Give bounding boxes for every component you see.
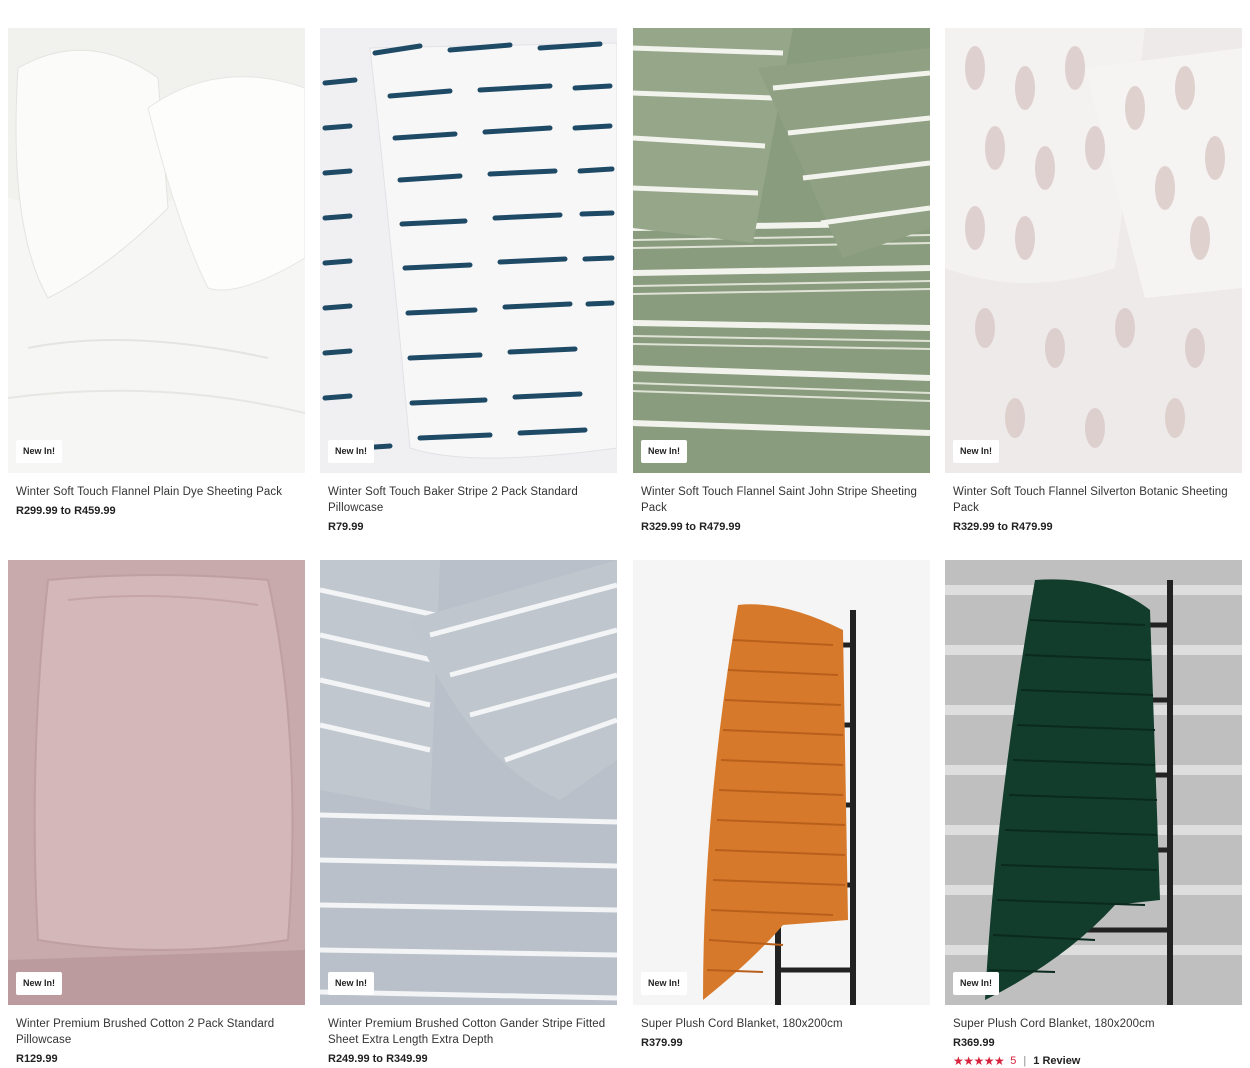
new-in-badge: New In! (328, 972, 375, 995)
product-title[interactable]: Winter Soft Touch Flannel Saint John Str… (641, 484, 922, 516)
product-title[interactable]: Winter Soft Touch Flannel Plain Dye Shee… (16, 484, 297, 500)
product-card[interactable]: New In! Super Plush Cord Blanket, 180x20… (945, 560, 1242, 1068)
new-in-badge: New In! (953, 972, 1000, 995)
product-card[interactable]: New In! Winter Soft Touch Flannel Saint … (633, 28, 930, 534)
product-image[interactable]: New In! (8, 28, 305, 473)
new-in-badge: New In! (16, 972, 63, 995)
product-grid: New In! Winter Soft Touch Flannel Plain … (0, 0, 1250, 1068)
product-title[interactable]: Super Plush Cord Blanket, 180x200cm (641, 1016, 922, 1032)
new-in-badge: New In! (328, 440, 375, 463)
product-image[interactable]: New In! (945, 28, 1242, 473)
product-card[interactable]: New In! Winter Soft Touch Flannel Silver… (945, 28, 1242, 534)
product-card[interactable]: New In! Winter Soft Touch Flannel Plain … (8, 28, 305, 518)
product-price: R379.99 (641, 1037, 683, 1049)
star-rating-icon: ★★★★★ (953, 1054, 1005, 1068)
product-title[interactable]: Winter Soft Touch Baker Stripe 2 Pack St… (328, 484, 609, 516)
product-price: R299.99 to R459.99 (16, 505, 116, 517)
product-price: R329.99 to R479.99 (953, 521, 1053, 533)
product-image[interactable]: New In! (320, 560, 617, 1005)
rating-divider: | (1023, 1055, 1027, 1067)
product-image[interactable]: New In! (320, 28, 617, 473)
product-price: R249.99 to R349.99 (328, 1053, 428, 1065)
product-card[interactable]: New In! Winter Premium Brushed Cotton 2 … (8, 560, 305, 1066)
product-price: R129.99 (16, 1053, 58, 1065)
product-price: R79.99 (328, 521, 364, 533)
product-image[interactable]: New In! (8, 560, 305, 1005)
product-title[interactable]: Winter Premium Brushed Cotton 2 Pack Sta… (16, 1016, 297, 1048)
product-card[interactable]: New In! Super Plush Cord Blanket, 180x20… (633, 560, 930, 1050)
new-in-badge: New In! (641, 972, 688, 995)
product-rating[interactable]: ★★★★★ 5 | 1 Review (953, 1054, 1234, 1068)
product-image[interactable]: New In! (945, 560, 1242, 1005)
new-in-badge: New In! (16, 440, 63, 463)
product-title[interactable]: Winter Soft Touch Flannel Silverton Bota… (953, 484, 1234, 516)
product-price: R369.99 (953, 1037, 995, 1049)
new-in-badge: New In! (953, 440, 1000, 463)
review-count-link[interactable]: 1 Review (1033, 1054, 1080, 1068)
product-title[interactable]: Winter Premium Brushed Cotton Gander Str… (328, 1016, 609, 1048)
rating-value: 5 (1010, 1055, 1017, 1067)
product-card[interactable]: New In! Winter Premium Brushed Cotton Ga… (320, 560, 617, 1066)
new-in-badge: New In! (641, 440, 688, 463)
product-image[interactable]: New In! (633, 28, 930, 473)
product-card[interactable]: New In! Winter Soft Touch Baker Stripe 2… (320, 28, 617, 534)
product-image[interactable]: New In! (633, 560, 930, 1005)
product-title[interactable]: Super Plush Cord Blanket, 180x200cm (953, 1016, 1234, 1032)
product-price: R329.99 to R479.99 (641, 521, 741, 533)
